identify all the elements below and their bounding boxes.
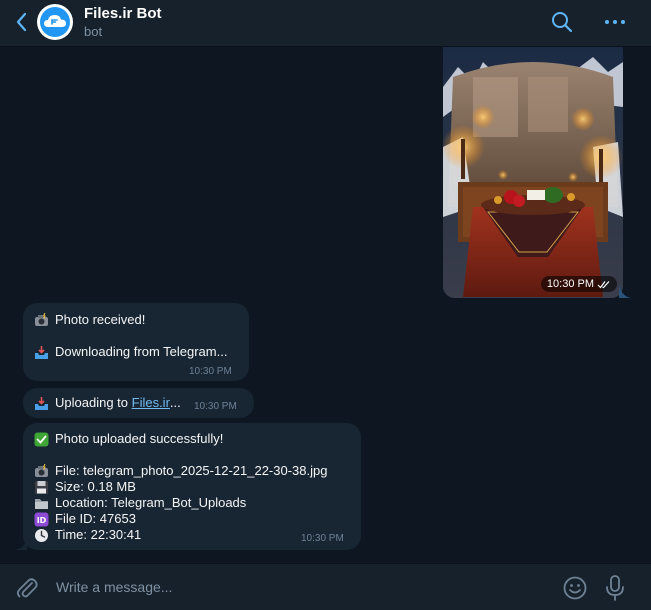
microphone-icon[interactable] <box>603 574 627 602</box>
message-line: Location: Telegram_Bot_Uploads <box>34 495 246 511</box>
id-button-icon: ID <box>34 512 49 526</box>
message-line: Uploading to Files.ir ... <box>34 395 181 411</box>
chat-subtitle: bot <box>84 24 103 39</box>
incoming-message[interactable]: Photo received! Downloading from Telegra… <box>23 303 249 381</box>
message-text: Photo received! <box>55 312 146 327</box>
inbox-tray-icon <box>35 345 48 359</box>
chat-header: Files.ir Bot bot <box>0 0 651 47</box>
message-text: Location: Telegram_Bot_Uploads <box>55 495 247 510</box>
message-text: Downloading from Telegram... <box>55 344 228 359</box>
inbox-tray-icon <box>35 396 48 410</box>
message-text: Size: 0.18 MB <box>55 479 136 494</box>
paperclip-icon[interactable] <box>15 576 39 600</box>
chat-title[interactable]: Files.ir Bot <box>84 5 162 22</box>
emoji-icon[interactable] <box>562 575 588 601</box>
floppy-disk-icon <box>35 480 48 494</box>
photo-message[interactable]: 10:30 PM <box>443 47 623 298</box>
double-check-icon <box>597 280 610 288</box>
message-time: 10:30 PM <box>194 401 237 412</box>
message-line: Time: 22:30:41 <box>34 527 141 543</box>
photo-image[interactable] <box>443 47 623 298</box>
clock-icon <box>35 528 48 542</box>
message-input[interactable] <box>56 575 536 599</box>
more-options-icon[interactable] <box>602 9 628 35</box>
photo-time-text: 10:30 PM <box>546 278 594 290</box>
message-text: Time: 22:30:41 <box>55 527 142 542</box>
back-arrow-icon[interactable] <box>12 10 32 34</box>
svg-text:ID: ID <box>37 516 47 525</box>
incoming-message[interactable]: Uploading to Files.ir ... 10:30 PM <box>23 388 254 418</box>
message-text: File: telegram_photo_2025-12-21_22-30-38… <box>55 463 328 478</box>
bubble-tail <box>619 284 631 298</box>
folder-icon <box>35 498 48 509</box>
message-line: Downloading from Telegram... <box>34 344 227 360</box>
message-text-suffix: ... <box>169 395 181 410</box>
message-time: 10:30 PM <box>301 533 344 544</box>
avatar[interactable] <box>37 4 73 40</box>
camera-flash-icon <box>35 463 48 477</box>
message-text: Photo uploaded successfully! <box>55 431 224 446</box>
message-line: Size: 0.18 MB <box>34 479 136 495</box>
message-time: 10:30 PM <box>189 366 232 377</box>
message-text: Uploading to <box>55 395 132 410</box>
message-link[interactable]: Files.ir <box>132 395 170 411</box>
check-mark-button-icon <box>34 432 49 446</box>
message-line: ID File ID: 47653 <box>34 511 136 527</box>
camera-flash-icon <box>35 312 48 326</box>
message-line: Photo received! <box>34 312 145 328</box>
message-text: File ID: 47653 <box>55 511 136 526</box>
cloud-logo-icon <box>40 7 70 37</box>
search-icon[interactable] <box>549 9 575 35</box>
message-composer <box>0 563 651 610</box>
photo-timestamp: 10:30 PM <box>540 276 617 292</box>
message-line: File: telegram_photo_2025-12-21_22-30-38… <box>34 463 327 479</box>
bubble-tail <box>15 538 27 550</box>
message-line: Photo uploaded successfully! <box>34 431 223 447</box>
incoming-message[interactable]: Photo uploaded successfully! File: teleg… <box>23 423 361 550</box>
message-list[interactable]: 10:30 PM Photo received! Downloading fro… <box>0 47 651 562</box>
